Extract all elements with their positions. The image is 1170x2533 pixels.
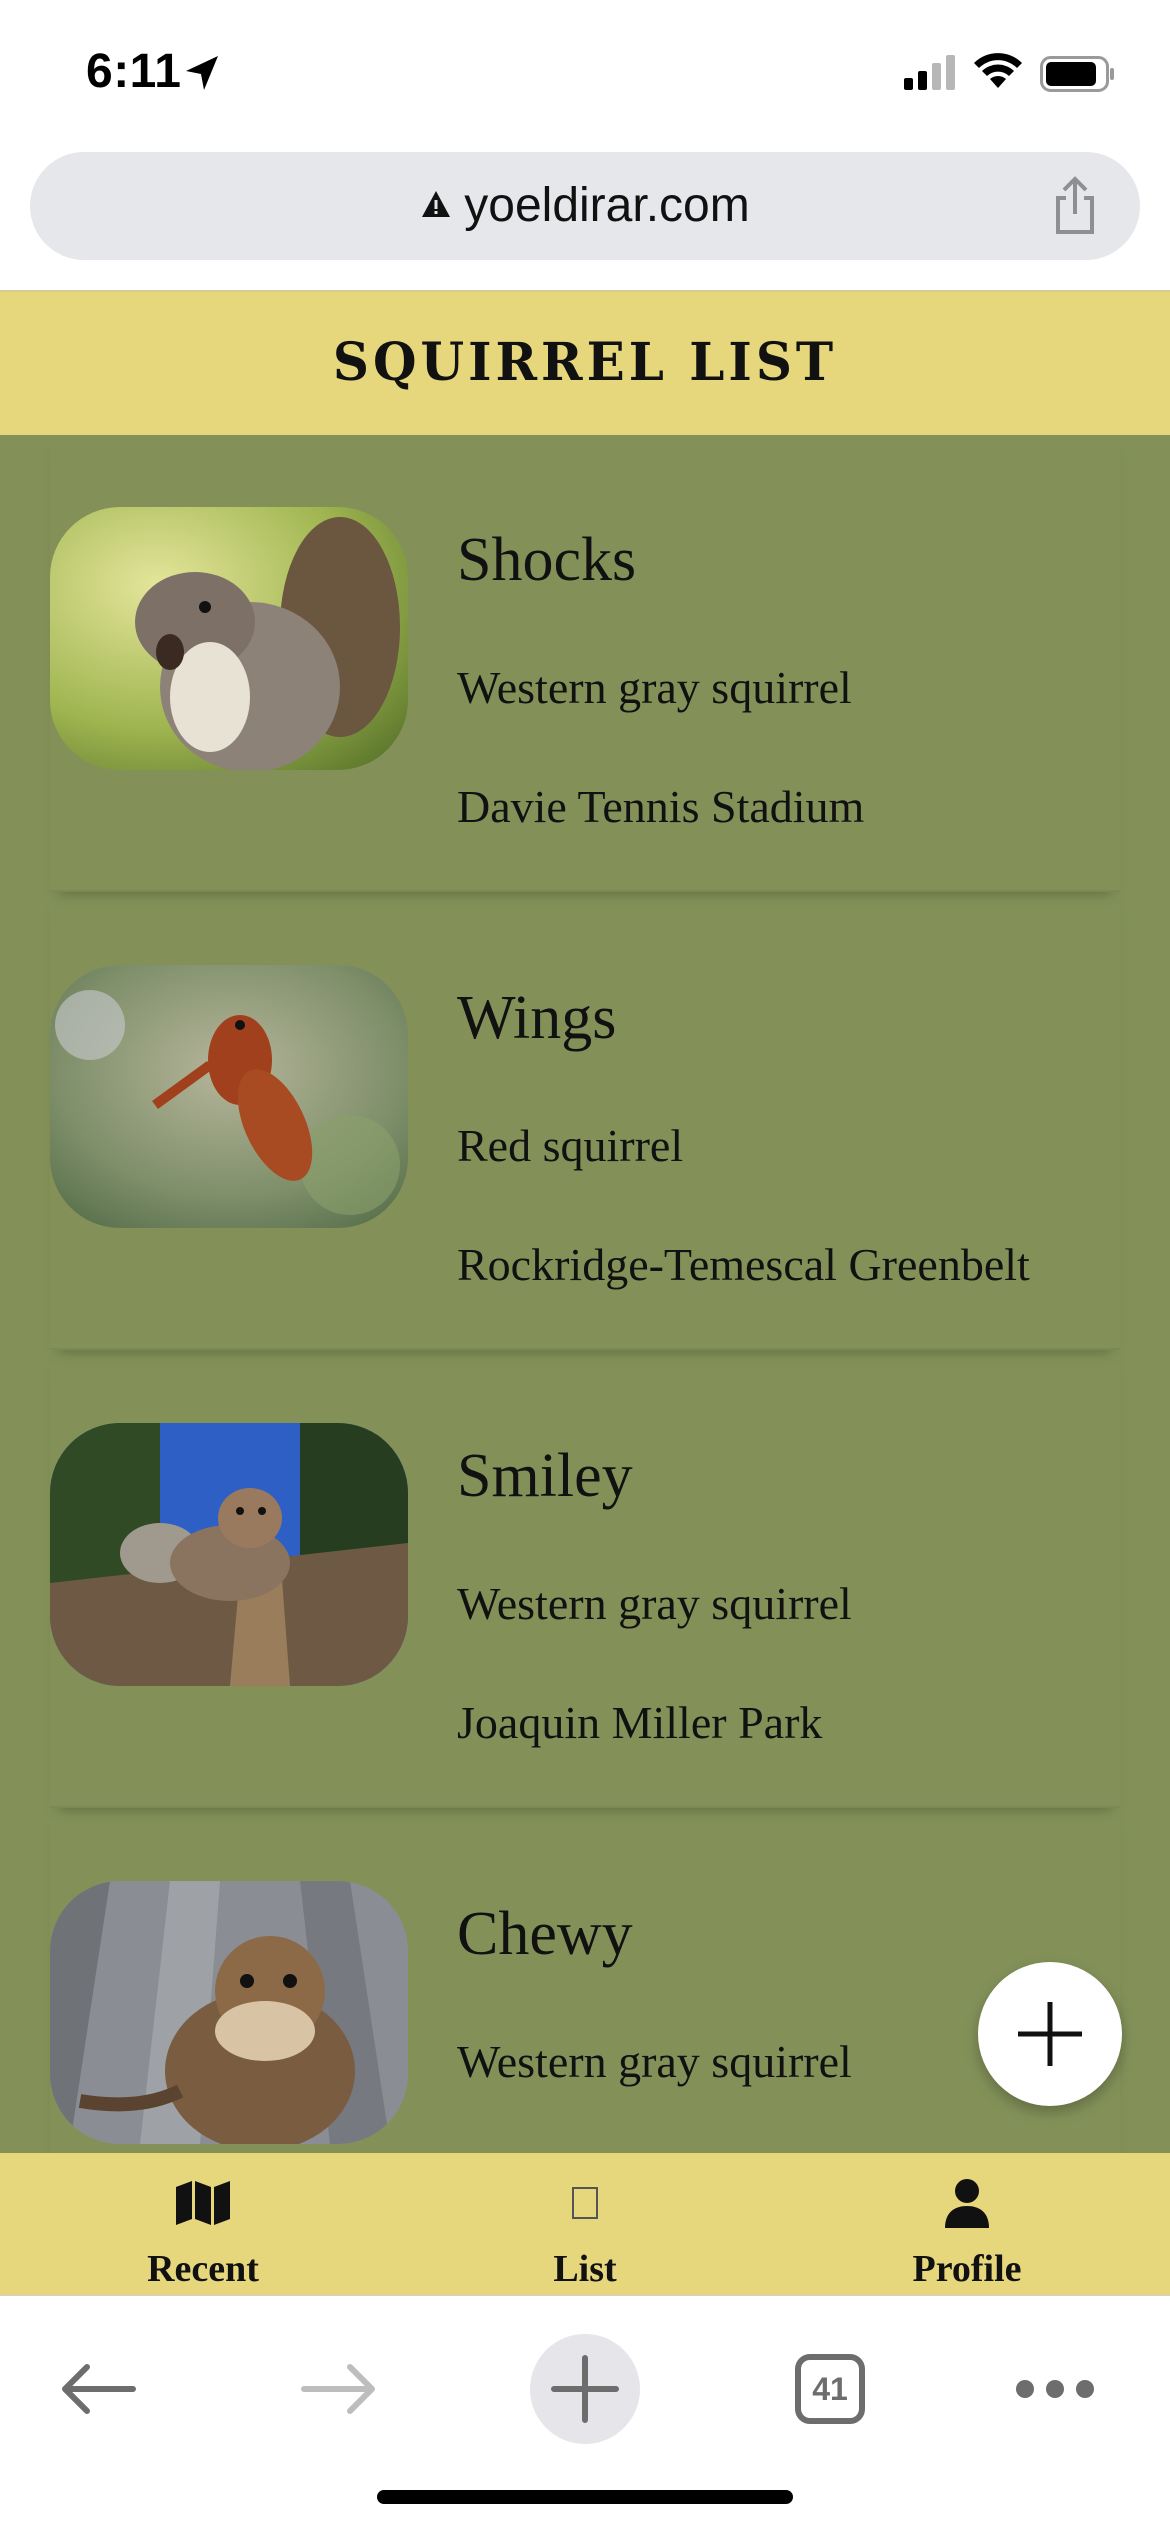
squirrel-name: Smiley (457, 1442, 633, 1510)
new-tab-button[interactable] (530, 2334, 640, 2444)
more-button[interactable] (1000, 2334, 1110, 2444)
squirrel-list: Shocks Western gray squirrel Davie Tenni… (0, 435, 1170, 2153)
tab-count: 41 (812, 2370, 848, 2407)
person-icon (945, 2179, 989, 2228)
list-icon (572, 2187, 598, 2219)
back-arrow-icon (62, 2364, 136, 2414)
squirrel-species: Western gray squirrel (457, 1578, 852, 1629)
share-icon[interactable] (1050, 176, 1100, 236)
nav-recent[interactable]: Recent (53, 2153, 353, 2295)
plus-icon (1018, 2002, 1082, 2066)
forward-button[interactable] (285, 2334, 395, 2444)
squirrel-species: Red squirrel (457, 1120, 684, 1171)
plus-icon (551, 2355, 619, 2423)
wifi-icon (974, 53, 1022, 88)
status-bar: 6:11 (0, 0, 1170, 150)
squirrel-location: Davie Tennis Stadium (457, 781, 865, 832)
squirrel-name: Wings (457, 984, 617, 1052)
more-dots-icon (1016, 2380, 1094, 2398)
status-time: 6:11 (86, 45, 182, 98)
back-button[interactable] (42, 2334, 152, 2444)
battery-icon (1040, 56, 1114, 92)
app-header: SQUIRREL LIST (0, 290, 1170, 437)
tabs-button[interactable]: 41 (775, 2334, 885, 2444)
squirrel-photo (50, 507, 408, 770)
nav-label: List (553, 2248, 617, 2290)
map-icon (176, 2181, 230, 2225)
squirrel-location: Rockridge-Temescal Greenbelt (457, 1239, 1030, 1290)
squirrel-species: Western gray squirrel (457, 662, 852, 713)
squirrel-location: Joaquin Miller Park (457, 1697, 823, 1748)
home-indicator[interactable] (377, 2490, 793, 2504)
squirrel-photo (50, 965, 408, 1228)
not-secure-warning-icon (422, 191, 451, 218)
add-squirrel-button[interactable] (978, 1962, 1122, 2106)
squirrel-card[interactable]: Chewy Western gray squirrel (50, 1809, 1120, 2153)
squirrel-card[interactable]: Smiley Western gray squirrel Joaquin Mil… (50, 1351, 1120, 1808)
squirrel-card[interactable]: Wings Red squirrel Rockridge-Temescal Gr… (50, 893, 1120, 1350)
address-bar[interactable]: yoeldirar.com (30, 152, 1140, 260)
squirrel-card[interactable]: Shocks Western gray squirrel Davie Tenni… (50, 435, 1120, 892)
squirrel-name: Chewy (457, 1900, 633, 1968)
nav-list[interactable]: List (435, 2153, 735, 2295)
nav-label: Recent (147, 2248, 259, 2290)
page-title: SQUIRREL LIST (332, 330, 838, 393)
cellular-signal-icon (904, 55, 955, 90)
squirrel-species: Western gray squirrel (457, 2036, 852, 2087)
nav-label: Profile (912, 2248, 1022, 2290)
squirrel-name: Shocks (457, 526, 637, 594)
url-text: yoeldirar.com (464, 179, 750, 232)
squirrel-photo (50, 1423, 408, 1686)
location-arrow-icon (186, 56, 218, 90)
squirrel-photo (50, 1881, 408, 2144)
bottom-nav: Recent List Profile (0, 2153, 1170, 2295)
nav-profile[interactable]: Profile (817, 2153, 1117, 2295)
forward-arrow-icon (301, 2364, 375, 2414)
